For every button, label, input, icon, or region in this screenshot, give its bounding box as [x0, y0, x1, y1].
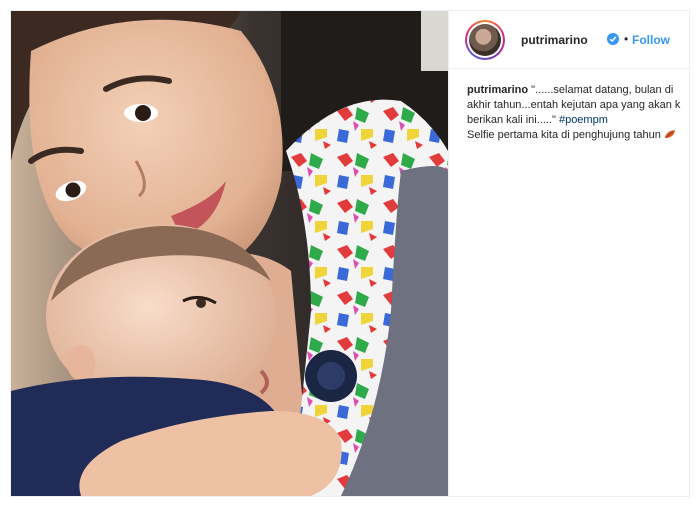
caption-text-3: berikan kali ini....." — [467, 114, 559, 126]
caption-text-2: akhir tahun...entah kejutan apa yang aka… — [467, 99, 681, 111]
post-header: putrimarino • Follow — [449, 11, 691, 69]
hashtag-link[interactable]: #poempm — [559, 114, 608, 126]
caption-username[interactable]: putrimarino — [467, 84, 528, 96]
autumn-leaf-emoji-icon — [664, 129, 676, 139]
caption-line-1: putrimarino "......selamat datang, bulan… — [467, 83, 691, 98]
instagram-post: putrimarino • Follow putrimarino "......… — [10, 10, 691, 497]
story-ring[interactable] — [465, 20, 505, 60]
post-side-panel: putrimarino • Follow putrimarino "......… — [448, 11, 691, 496]
selfie-photo-illustration — [11, 11, 448, 496]
post-photo[interactable] — [11, 11, 448, 496]
post-caption: putrimarino "......selamat datang, bulan… — [467, 83, 691, 143]
verified-badge-icon — [607, 33, 619, 45]
username-link[interactable]: putrimarino — [521, 33, 588, 47]
caption-text-4: Selfie pertama kita di penghujung tahun — [467, 129, 664, 141]
follow-button[interactable]: Follow — [632, 33, 670, 47]
separator-dot: • — [624, 32, 629, 46]
avatar-image — [469, 24, 501, 56]
avatar — [467, 22, 503, 58]
caption-line-3: berikan kali ini....." #poempm — [467, 113, 691, 128]
caption-text-1: "......selamat datang, bulan di — [528, 84, 674, 96]
caption-line-4: Selfie pertama kita di penghujung tahun — [467, 128, 691, 143]
